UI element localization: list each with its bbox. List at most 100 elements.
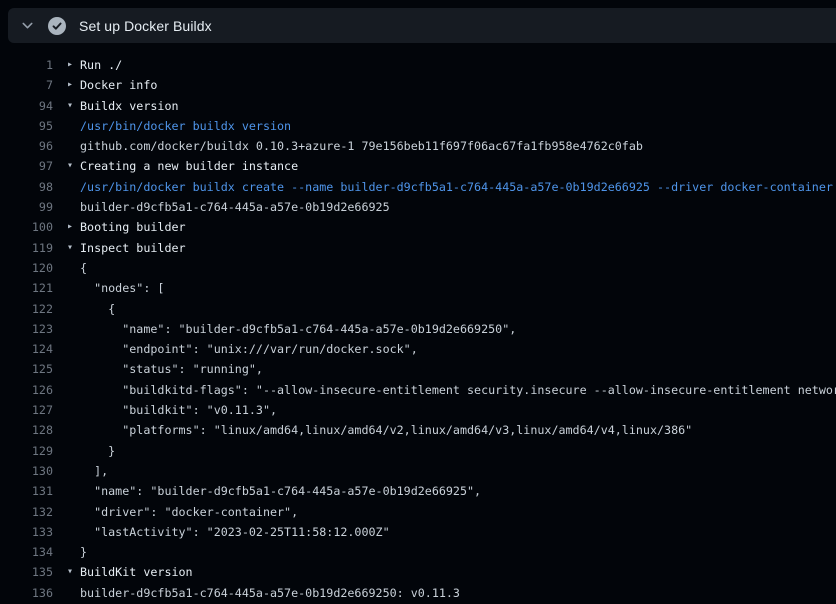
line-number[interactable]: 129 <box>0 441 53 461</box>
log-text: github.com/docker/buildx 0.10.3+azure-1 … <box>80 136 643 156</box>
log-line: 123 "name": "builder-d9cfb5a1-c764-445a-… <box>0 319 836 339</box>
line-number[interactable]: 128 <box>0 420 53 440</box>
indent-spacer <box>67 339 80 359</box>
line-number[interactable]: 95 <box>0 116 53 136</box>
group-collapse-icon[interactable]: ▾ <box>67 156 80 176</box>
log-text: "nodes": [ <box>80 278 164 298</box>
line-number[interactable]: 96 <box>0 136 53 156</box>
line-number[interactable]: 130 <box>0 461 53 481</box>
indent-spacer <box>67 116 80 136</box>
line-number[interactable]: 131 <box>0 481 53 501</box>
indent-spacer <box>67 136 80 156</box>
log-text: "buildkitd-flags": "--allow-insecure-ent… <box>80 380 836 400</box>
line-number[interactable]: 94 <box>0 96 53 116</box>
log-text: "name": "builder-d9cfb5a1-c764-445a-a57e… <box>80 481 481 501</box>
line-number[interactable]: 132 <box>0 502 53 522</box>
log-line: 135 ▾ BuildKit version <box>0 562 836 582</box>
indent-spacer <box>67 441 80 461</box>
group-title[interactable]: Docker info <box>80 75 157 95</box>
log-text: "status": "running", <box>80 359 263 379</box>
indent-spacer <box>67 380 80 400</box>
log-text: "platforms": "linux/amd64,linux/amd64/v2… <box>80 420 692 440</box>
line-number[interactable]: 124 <box>0 339 53 359</box>
group-title[interactable]: Buildx version <box>80 96 179 116</box>
indent-spacer <box>67 319 80 339</box>
line-number[interactable]: 98 <box>0 177 53 197</box>
log-text: "buildkit": "v0.11.3", <box>80 400 277 420</box>
log-text: } <box>80 441 115 461</box>
log-line: 127 "buildkit": "v0.11.3", <box>0 400 836 420</box>
log-line: 129 } <box>0 441 836 461</box>
log-line: 99 builder-d9cfb5a1-c764-445a-a57e-0b19d… <box>0 197 836 217</box>
step-header[interactable]: Set up Docker Buildx <box>8 8 836 43</box>
log-text: { <box>80 299 115 319</box>
line-number[interactable]: 121 <box>0 278 53 298</box>
log-line: 122 { <box>0 299 836 319</box>
log-line: 128 "platforms": "linux/amd64,linux/amd6… <box>0 420 836 440</box>
line-number[interactable]: 123 <box>0 319 53 339</box>
indent-spacer <box>67 299 80 319</box>
line-number[interactable]: 100 <box>0 217 53 237</box>
log-text: "driver": "docker-container", <box>80 502 298 522</box>
group-expand-icon[interactable]: ▸ <box>67 55 80 75</box>
indent-spacer <box>67 400 80 420</box>
log-text: /usr/bin/docker buildx create --name bui… <box>80 177 833 197</box>
group-collapse-icon[interactable]: ▾ <box>67 562 80 582</box>
group-title[interactable]: Booting builder <box>80 217 186 237</box>
log-text: { <box>80 258 87 278</box>
group-collapse-icon[interactable]: ▾ <box>67 96 80 116</box>
indent-spacer <box>67 258 80 278</box>
line-number[interactable]: 126 <box>0 380 53 400</box>
line-number[interactable]: 134 <box>0 542 53 562</box>
log-text: "name": "builder-d9cfb5a1-c764-445a-a57e… <box>80 319 516 339</box>
line-number[interactable]: 122 <box>0 299 53 319</box>
log-line: 124 "endpoint": "unix:///var/run/docker.… <box>0 339 836 359</box>
line-number[interactable]: 7 <box>0 75 53 95</box>
indent-spacer <box>67 197 80 217</box>
group-collapse-icon[interactable]: ▾ <box>67 238 80 258</box>
log-line: 1 ▸ Run ./ <box>0 55 836 75</box>
line-number[interactable]: 127 <box>0 400 53 420</box>
group-expand-icon[interactable]: ▸ <box>67 217 80 237</box>
group-title[interactable]: BuildKit version <box>80 562 193 582</box>
log-line: 132 "driver": "docker-container", <box>0 502 836 522</box>
check-circle-icon <box>48 17 66 35</box>
log-line: 131 "name": "builder-d9cfb5a1-c764-445a-… <box>0 481 836 501</box>
group-title[interactable]: Creating a new builder instance <box>80 156 298 176</box>
group-title[interactable]: Run ./ <box>80 55 122 75</box>
indent-spacer <box>67 177 80 197</box>
line-number[interactable]: 119 <box>0 238 53 258</box>
step-title: Set up Docker Buildx <box>79 18 212 34</box>
log-line: 119 ▾ Inspect builder <box>0 238 836 258</box>
log-lines: 1 ▸ Run ./ 7 ▸ Docker info 94 ▾ Buildx v… <box>0 55 836 603</box>
log-text: ], <box>80 461 108 481</box>
indent-spacer <box>67 461 80 481</box>
log-text: builder-d9cfb5a1-c764-445a-a57e-0b19d2e6… <box>80 583 460 603</box>
log-line: 100 ▸ Booting builder <box>0 217 836 237</box>
log-line: 96 github.com/docker/buildx 0.10.3+azure… <box>0 136 836 156</box>
group-expand-icon[interactable]: ▸ <box>67 75 80 95</box>
line-number[interactable]: 97 <box>0 156 53 176</box>
log-text: builder-d9cfb5a1-c764-445a-a57e-0b19d2e6… <box>80 197 390 217</box>
indent-spacer <box>67 420 80 440</box>
log-line: 136 builder-d9cfb5a1-c764-445a-a57e-0b19… <box>0 583 836 603</box>
chevron-down-icon[interactable] <box>19 18 35 34</box>
line-number[interactable]: 125 <box>0 359 53 379</box>
line-number[interactable]: 99 <box>0 197 53 217</box>
log-text: "endpoint": "unix:///var/run/docker.sock… <box>80 339 418 359</box>
group-title[interactable]: Inspect builder <box>80 238 186 258</box>
indent-spacer <box>67 481 80 501</box>
indent-spacer <box>67 542 80 562</box>
indent-spacer <box>67 502 80 522</box>
indent-spacer <box>67 522 80 542</box>
line-number[interactable]: 133 <box>0 522 53 542</box>
line-number[interactable]: 120 <box>0 258 53 278</box>
log-line: 120 { <box>0 258 836 278</box>
line-number[interactable]: 136 <box>0 583 53 603</box>
log-line: 121 "nodes": [ <box>0 278 836 298</box>
log-line: 95 /usr/bin/docker buildx version <box>0 116 836 136</box>
line-number[interactable]: 1 <box>0 55 53 75</box>
log-text: "lastActivity": "2023-02-25T11:58:12.000… <box>80 522 390 542</box>
log-line: 94 ▾ Buildx version <box>0 96 836 116</box>
line-number[interactable]: 135 <box>0 562 53 582</box>
